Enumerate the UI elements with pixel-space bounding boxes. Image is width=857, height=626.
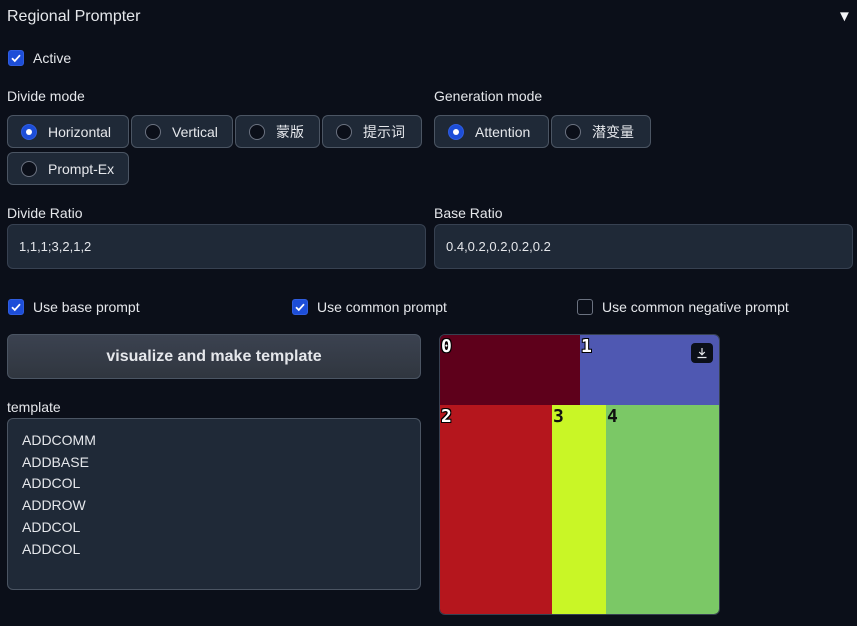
template-line: ADDCOMM (22, 432, 96, 448)
radio-label: 提示词 (363, 123, 405, 140)
region-0: 0 (440, 335, 580, 405)
template-line: ADDBASE (22, 453, 89, 470)
triangle-down-icon[interactable]: ▼ (837, 8, 852, 25)
active-label: Active (33, 50, 72, 66)
radio-unselected-icon (565, 123, 581, 140)
radio-horizontal[interactable]: Horizontal (7, 115, 129, 148)
visualize-button[interactable]: visualize and make template (7, 334, 421, 379)
template-line: ADDCOL (22, 475, 81, 492)
unchecked-box-icon[interactable] (577, 299, 593, 315)
use-common-negative-prompt-label: Use common negative prompt (602, 299, 789, 315)
radio-latent[interactable]: 潜变量 (551, 115, 651, 148)
region-number: 3 (553, 406, 564, 427)
check-icon[interactable] (8, 299, 24, 315)
base-ratio-label: Base Ratio (434, 205, 503, 221)
radio-selected-icon (448, 123, 464, 140)
template-label: template (7, 399, 61, 415)
use-base-prompt-checkbox[interactable]: Use base prompt (8, 299, 140, 315)
region-2: 2 (440, 405, 552, 614)
radio-mask[interactable]: 蒙版 (235, 115, 320, 148)
radio-vertical[interactable]: Vertical (131, 115, 233, 148)
generation-mode-label: Generation mode (434, 88, 543, 104)
radio-label: Prompt-Ex (48, 160, 115, 177)
radio-unselected-icon (21, 160, 37, 177)
radio-label: Vertical (172, 123, 218, 140)
divide-ratio-label: Divide Ratio (7, 205, 83, 221)
region-number: 1 (581, 336, 592, 357)
region-number: 2 (441, 406, 452, 427)
radio-attention[interactable]: Attention (434, 115, 549, 148)
radio-unselected-icon (336, 123, 352, 140)
region-number: 0 (441, 336, 452, 357)
radio-unselected-icon (249, 123, 265, 140)
radio-prompt[interactable]: 提示词 (322, 115, 422, 148)
accordion-title[interactable]: Regional Prompter (7, 8, 140, 26)
radio-label: Horizontal (48, 123, 112, 140)
template-textarea[interactable]: ADDCOMM ADDBASE ADDCOL ADDROW ADDCOL ADD… (7, 418, 421, 590)
use-common-prompt-label: Use common prompt (317, 299, 447, 315)
active-checkbox[interactable]: Active (8, 50, 71, 66)
radio-label: 潜变量 (592, 123, 634, 140)
check-icon[interactable] (8, 50, 24, 66)
use-common-prompt-checkbox[interactable]: Use common prompt (292, 299, 447, 315)
radio-label: Attention (475, 123, 531, 140)
radio-unselected-icon (145, 123, 161, 140)
region-number: 4 (607, 406, 618, 427)
use-base-prompt-label: Use base prompt (33, 299, 140, 315)
divide-mode-label: Divide mode (7, 88, 85, 104)
region-preview-image: 0 1 2 3 4 (439, 334, 720, 615)
radio-label: 蒙版 (276, 123, 304, 140)
template-line: ADDCOL (22, 540, 81, 557)
check-icon[interactable] (292, 299, 308, 315)
radio-selected-icon (21, 123, 37, 140)
template-line: ADDCOL (22, 518, 81, 535)
region-4: 4 (606, 405, 719, 614)
region-3: 3 (552, 405, 606, 614)
base-ratio-input[interactable] (434, 224, 853, 269)
use-common-negative-prompt-checkbox[interactable]: Use common negative prompt (577, 299, 789, 315)
download-icon[interactable] (691, 343, 713, 363)
divide-ratio-input[interactable] (7, 224, 426, 269)
radio-prompt-ex[interactable]: Prompt-Ex (7, 152, 129, 185)
template-line: ADDROW (22, 497, 86, 514)
